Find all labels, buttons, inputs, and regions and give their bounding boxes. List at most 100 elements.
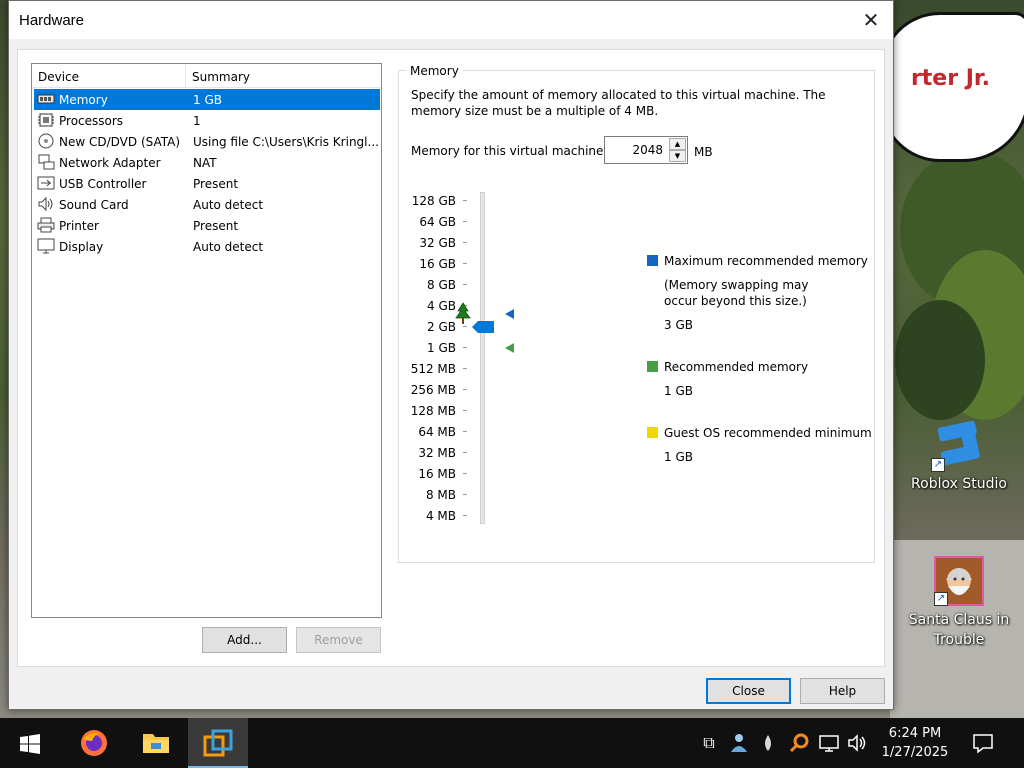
desktop-icon-santa-claus[interactable]: ↗ Santa Claus in Trouble: [904, 556, 1014, 650]
volume-icon[interactable]: [846, 732, 868, 754]
memory-slider-thumb[interactable]: [472, 320, 494, 334]
water-drop-icon[interactable]: [757, 732, 779, 754]
search-magnifier-icon[interactable]: [788, 732, 810, 754]
scale-tick: [463, 242, 467, 243]
scale-tick: [463, 494, 467, 495]
user-network-icon[interactable]: [728, 732, 750, 754]
scale-tick: [463, 347, 467, 348]
help-button[interactable]: Help: [800, 678, 885, 704]
scale-tick: [463, 473, 467, 474]
scale-tick: [463, 389, 467, 390]
memory-icon: [37, 94, 55, 104]
device-summary: Using file C:\Users\Kris Kringl...: [193, 135, 379, 149]
device-name: Processors: [59, 114, 124, 128]
device-name: Network Adapter: [59, 156, 161, 170]
clock-time: 6:24 PM: [888, 726, 942, 741]
add-device-button[interactable]: Add...: [202, 627, 287, 653]
scale-tick: [463, 326, 467, 327]
device-row-sound-card[interactable]: Sound Card Auto detect: [34, 194, 380, 215]
title-bar: Hardware ✕: [9, 1, 893, 39]
network-adapter-icon: [38, 154, 55, 170]
taskbar-clock[interactable]: 6:24 PM 1/27/2025: [875, 724, 955, 762]
memory-description: Specify the amount of memory allocated t…: [411, 88, 826, 118]
scale-label: 64 GB: [419, 215, 456, 229]
taskbar: ⧉ 6:24 PM 1/27/2025: [0, 718, 1024, 768]
foliage: [895, 300, 985, 420]
decrement-button[interactable]: ▼: [669, 150, 686, 162]
scale-label: 512 MB: [410, 362, 456, 376]
device-row-processors[interactable]: Processors 1: [34, 110, 380, 131]
scale-label: 8 GB: [427, 278, 456, 292]
scale-tick: [463, 410, 467, 411]
device-name: Sound Card: [59, 198, 129, 212]
desktop-icon-roblox-studio[interactable]: ↗ Roblox Studio: [904, 418, 1014, 494]
scale-tick: [463, 221, 467, 222]
device-row-display[interactable]: Display Auto detect: [34, 236, 380, 257]
max-recommended-value: 3 GB: [664, 318, 693, 332]
device-row-cd-dvd[interactable]: New CD/DVD (SATA) Using file C:\Users\Kr…: [34, 131, 380, 152]
scale-label: 128 MB: [410, 404, 456, 418]
guest-minimum-swatch: [647, 427, 658, 438]
memory-unit-label: MB: [694, 145, 713, 159]
scale-label: 2 GB: [427, 320, 456, 334]
notifications-icon[interactable]: [972, 732, 994, 754]
column-header-summary[interactable]: Summary: [192, 70, 250, 84]
device-summary: Present: [193, 219, 239, 233]
desktop-icon-label: Roblox Studio: [911, 476, 1007, 492]
display-icon: [37, 238, 55, 254]
column-header-device[interactable]: Device: [38, 70, 79, 84]
max-recommended-swatch: [647, 255, 658, 266]
device-row-printer[interactable]: Printer Present: [34, 215, 380, 236]
shortcut-arrow-icon: ↗: [934, 592, 948, 606]
remove-device-button[interactable]: Remove: [296, 627, 381, 653]
scale-label: 1 GB: [427, 341, 456, 355]
device-name: Display: [59, 240, 104, 254]
scale-label: 4 MB: [425, 509, 456, 523]
speech-bubble-text: rter Jr.: [910, 66, 990, 91]
scale-tick: [463, 200, 467, 201]
scale-label: 16 GB: [419, 257, 456, 271]
scale-label: 32 MB: [418, 446, 456, 460]
taskbar-firefox[interactable]: [66, 718, 122, 768]
scale-tick: [463, 452, 467, 453]
device-row-memory[interactable]: Memory 1 GB: [34, 89, 380, 110]
recommended-swatch: [647, 361, 658, 372]
device-list[interactable]: Device Summary Memory 1 GB Processors 1 …: [31, 63, 382, 618]
guest-minimum-value: 1 GB: [664, 450, 693, 464]
close-icon[interactable]: ✕: [857, 7, 885, 33]
max-recommended-title: Maximum recommended memory: [664, 254, 868, 268]
recommended-title: Recommended memory: [664, 360, 809, 374]
scale-label: 256 MB: [410, 383, 456, 397]
memory-slider-track[interactable]: [480, 192, 485, 524]
scale-tick: [463, 368, 467, 369]
scale-label: 32 GB: [419, 236, 456, 250]
task-view-icon[interactable]: ⧉: [698, 732, 720, 754]
memory-size-stepper[interactable]: 2048 ▲ ▼: [604, 136, 688, 164]
device-name: USB Controller: [59, 177, 147, 191]
close-button[interactable]: Close: [706, 678, 791, 704]
device-row-network-adapter[interactable]: Network Adapter NAT: [34, 152, 380, 173]
device-summary: Auto detect: [193, 240, 264, 254]
start-button[interactable]: [0, 718, 60, 768]
column-separator[interactable]: [185, 64, 186, 88]
sound-card-icon: [38, 196, 53, 212]
scale-label: 128 GB: [411, 194, 456, 208]
taskbar-vmware[interactable]: [188, 718, 248, 768]
scale-label: 16 MB: [418, 467, 456, 481]
desktop-icon-label: Santa Claus in Trouble: [908, 612, 1010, 648]
printer-icon: [37, 217, 55, 233]
taskbar-file-explorer[interactable]: [128, 718, 184, 768]
scale-tick: [463, 263, 467, 264]
windows-logo-icon: [20, 734, 40, 754]
network-icon[interactable]: [818, 732, 840, 754]
memory-size-input[interactable]: 2048: [609, 143, 663, 157]
device-list-header: Device Summary: [32, 64, 381, 88]
scale-label: 8 MB: [425, 488, 456, 502]
scale-tick: [463, 515, 467, 516]
device-summary: NAT: [193, 156, 217, 170]
scale-label: 64 MB: [418, 425, 456, 439]
shortcut-arrow-icon: ↗: [931, 458, 945, 472]
increment-button[interactable]: ▲: [669, 138, 686, 150]
memory-field-label: Memory for this virtual machine:: [411, 144, 608, 158]
device-row-usb-controller[interactable]: USB Controller Present: [34, 173, 380, 194]
